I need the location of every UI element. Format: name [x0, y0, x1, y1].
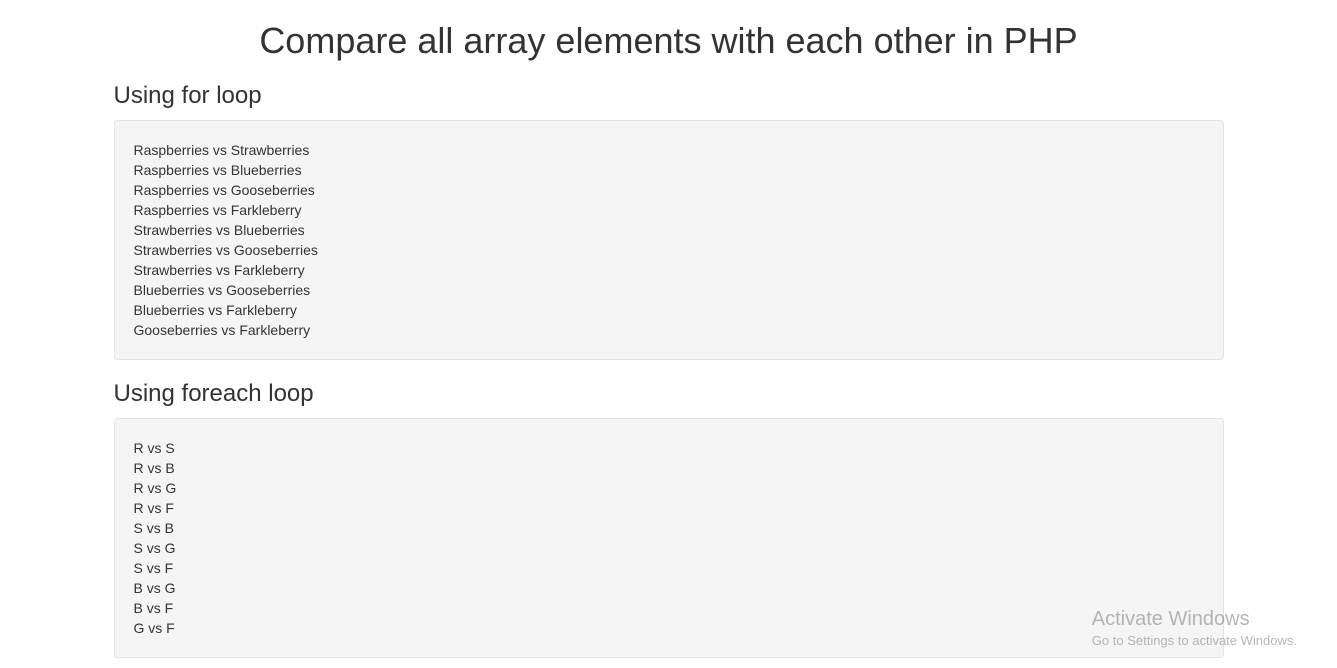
output-line: Strawberries vs Farkleberry: [134, 260, 1204, 280]
output-line: B vs G: [134, 578, 1204, 598]
output-line: Raspberries vs Gooseberries: [134, 180, 1204, 200]
output-well-for-loop: Raspberries vs Strawberries Raspberries …: [114, 120, 1224, 360]
output-line: R vs S: [134, 438, 1204, 458]
section-heading: Using foreach loop: [114, 380, 1224, 408]
output-line: R vs G: [134, 478, 1204, 498]
output-line: Raspberries vs Strawberries: [134, 140, 1204, 160]
section-heading: Using for loop: [114, 82, 1224, 110]
output-line: G vs F: [134, 618, 1204, 638]
output-line: Blueberries vs Gooseberries: [134, 280, 1204, 300]
output-line: Raspberries vs Farkleberry: [134, 200, 1204, 220]
output-line: S vs B: [134, 518, 1204, 538]
output-line: Strawberries vs Blueberries: [134, 220, 1204, 240]
output-line: Raspberries vs Blueberries: [134, 160, 1204, 180]
output-line: R vs F: [134, 498, 1204, 518]
output-line: Strawberries vs Gooseberries: [134, 240, 1204, 260]
output-well-foreach-loop: R vs S R vs B R vs G R vs F S vs B S vs …: [114, 418, 1224, 658]
output-line: Gooseberries vs Farkleberry: [134, 320, 1204, 340]
page-container: Compare all array elements with each oth…: [99, 20, 1239, 658]
output-line: S vs F: [134, 558, 1204, 578]
page-title: Compare all array elements with each oth…: [114, 20, 1224, 62]
output-line: B vs F: [134, 598, 1204, 618]
output-line: S vs G: [134, 538, 1204, 558]
output-line: Blueberries vs Farkleberry: [134, 300, 1204, 320]
output-line: R vs B: [134, 458, 1204, 478]
